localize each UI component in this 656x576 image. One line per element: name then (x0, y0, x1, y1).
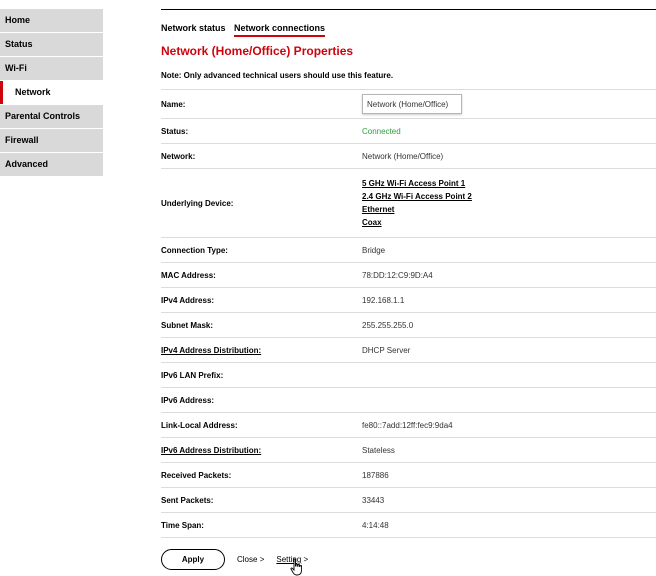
device-link-ethernet[interactable]: Ethernet (362, 203, 656, 216)
page-title: Network (Home/Office) Properties (161, 44, 354, 58)
sidebar-item-advanced[interactable]: Advanced (0, 153, 103, 176)
ipv6-distribution-value: Stateless (362, 445, 395, 455)
sidebar-nav: Home Status Wi-Fi Network Parental Contr… (0, 9, 103, 177)
ipv4-distribution-value: DHCP Server (362, 345, 411, 355)
ipv4-address-value: 192.168.1.1 (362, 295, 405, 305)
row-received-packets: Received Packets: 187886 (161, 462, 656, 487)
sidebar-item-home[interactable]: Home (0, 9, 103, 32)
status-value: Connected (362, 126, 401, 136)
received-packets-value: 187886 (362, 470, 389, 480)
row-underlying-device: Underlying Device: 5 GHz Wi-Fi Access Po… (161, 168, 656, 237)
close-link[interactable]: Close > (237, 555, 264, 564)
row-sent-packets: Sent Packets: 33443 (161, 487, 656, 512)
chevron-right-icon: > (303, 555, 309, 564)
ipv6-address-label: IPv6 Address: (161, 395, 215, 405)
row-link-local-address: Link-Local Address: fe80::7add:12ff:fec9… (161, 412, 656, 437)
tab-bar: Network status Network connections (161, 23, 331, 37)
row-time-span: Time Span: 4:14:48 (161, 512, 656, 538)
sidebar-item-wifi[interactable]: Wi-Fi (0, 57, 103, 80)
row-ipv6-address: IPv6 Address: (161, 387, 656, 412)
network-label: Network: (161, 151, 196, 161)
device-link-coax[interactable]: Coax (362, 216, 656, 229)
subnet-mask-value: 255.255.255.0 (362, 320, 414, 330)
name-label: Name: (161, 99, 186, 109)
subnet-mask-label: Subnet Mask: (161, 320, 214, 330)
status-label: Status: (161, 126, 189, 136)
network-value: Network (Home/Office) (362, 151, 444, 161)
mac-address-label: MAC Address: (161, 270, 216, 280)
sidebar-item-firewall[interactable]: Firewall (0, 129, 103, 152)
received-packets-label: Received Packets: (161, 470, 232, 480)
row-network: Network: Network (Home/Office) (161, 143, 656, 168)
row-status: Status: Connected (161, 118, 656, 143)
link-local-address-value: fe80::7add:12ff:fec9:9da4 (362, 420, 453, 430)
row-ipv4-distribution: IPv4 Address Distribution: DHCP Server (161, 337, 656, 362)
row-mac-address: MAC Address: 78:DD:12:C9:9D:A4 (161, 262, 656, 287)
row-name: Name: (161, 89, 656, 118)
form-actions: Apply Close > Setting > (161, 549, 308, 570)
link-local-address-label: Link-Local Address: (161, 420, 238, 430)
row-subnet-mask: Subnet Mask: 255.255.255.0 (161, 312, 656, 337)
name-input[interactable] (362, 94, 462, 114)
time-span-label: Time Span: (161, 520, 204, 530)
row-ipv6-distribution: IPv6 Address Distribution: Stateless (161, 437, 656, 462)
sidebar-item-status[interactable]: Status (0, 33, 103, 56)
time-span-value: 4:14:48 (362, 520, 389, 530)
ipv6-distribution-link[interactable]: IPv6 Address Distribution: (161, 446, 362, 455)
row-ipv6-lan-prefix: IPv6 LAN Prefix: (161, 362, 656, 387)
underlying-device-list: 5 GHz Wi-Fi Access Point 1 2.4 GHz Wi-Fi… (362, 177, 656, 229)
sidebar-item-parental-controls[interactable]: Parental Controls (0, 105, 103, 128)
tab-network-status[interactable]: Network status (161, 23, 226, 33)
mac-address-value: 78:DD:12:C9:9D:A4 (362, 270, 433, 280)
device-link-5ghz-ap1[interactable]: 5 GHz Wi-Fi Access Point 1 (362, 177, 656, 190)
sent-packets-label: Sent Packets: (161, 495, 214, 505)
hand-pointer-icon (290, 558, 302, 576)
chevron-right-icon: > (259, 555, 265, 564)
sidebar-item-network[interactable]: Network (0, 81, 103, 104)
top-divider (161, 9, 656, 10)
tab-network-connections[interactable]: Network connections (234, 23, 326, 37)
connection-type-label: Connection Type: (161, 245, 228, 255)
apply-button[interactable]: Apply (161, 549, 225, 570)
underlying-device-label: Underlying Device: (161, 198, 234, 208)
device-link-24ghz-ap2[interactable]: 2.4 GHz Wi-Fi Access Point 2 (362, 190, 656, 203)
connection-type-value: Bridge (362, 245, 386, 255)
row-ipv4-address: IPv4 Address: 192.168.1.1 (161, 287, 656, 312)
ipv4-address-label: IPv4 Address: (161, 295, 215, 305)
properties-table: Name: Status: Connected Network: Network… (161, 89, 656, 538)
row-connection-type: Connection Type: Bridge (161, 237, 656, 262)
sent-packets-value: 33443 (362, 495, 385, 505)
close-link-label: Close (237, 555, 258, 564)
advanced-warning-note: Note: Only advanced technical users shou… (161, 71, 394, 80)
ipv6-lan-prefix-label: IPv6 LAN Prefix: (161, 370, 224, 380)
name-value-cell (362, 94, 656, 114)
ipv4-distribution-link[interactable]: IPv4 Address Distribution: (161, 346, 362, 355)
